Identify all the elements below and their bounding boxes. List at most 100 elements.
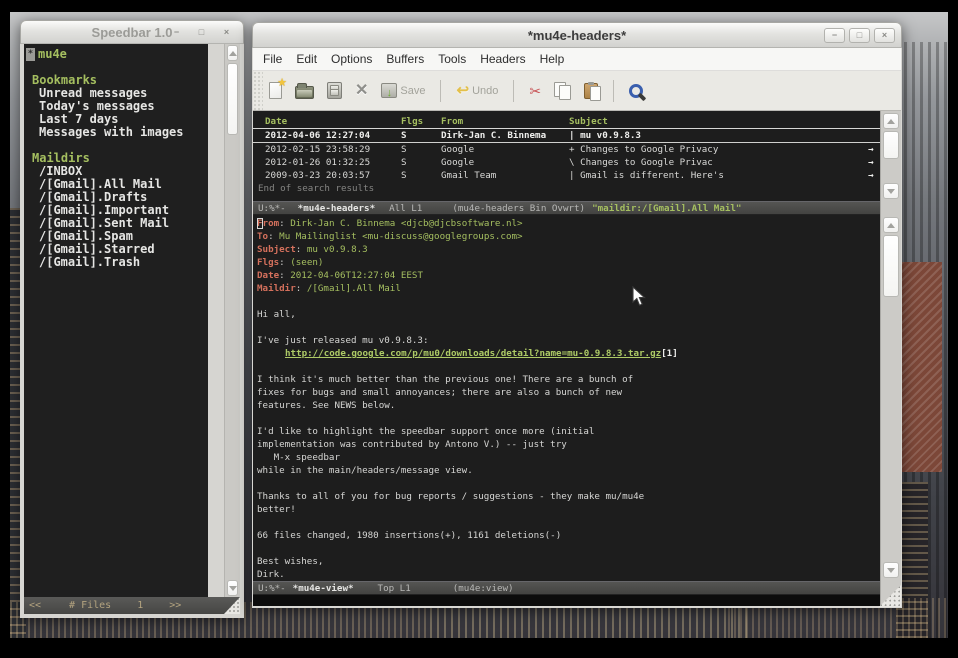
undo-label: Undo	[472, 85, 498, 97]
headers-column-row: Date Flgs From Subject	[253, 114, 880, 129]
body-line: 66 files changed, 1980 insertions(+), 11…	[253, 529, 880, 542]
body-line: features. See NEWS below.	[253, 399, 880, 412]
open-folder-icon	[295, 86, 314, 99]
menu-file[interactable]: File	[263, 52, 282, 66]
menu-edit[interactable]: Edit	[296, 52, 317, 66]
message-row[interactable]: 2012-04-06 12:27:04SDirk-Jan C. Binnema|…	[253, 129, 880, 143]
save-button[interactable]: ↓ Save	[381, 77, 425, 105]
field-colon: :	[296, 244, 307, 255]
echo-area[interactable]	[253, 595, 901, 606]
menu-buffers[interactable]: Buffers	[386, 52, 424, 66]
speedbar-files-label[interactable]: # Files	[69, 597, 111, 614]
field-colon: :	[296, 283, 307, 294]
menu-options[interactable]: Options	[331, 52, 372, 66]
maximize-icon[interactable]: □	[849, 28, 870, 43]
minimize-icon[interactable]: −	[824, 28, 845, 43]
new-file-icon: ★	[269, 82, 282, 99]
message-row[interactable]: 2009-03-23 20:03:57SGmail Team| Gmail is…	[253, 169, 880, 182]
mu4e-headers-pane: Date Flgs From Subject 2012-04-06 12:27:…	[253, 111, 880, 201]
modeline-modes: (mu4e-headers Bin Ovwrt)	[452, 202, 585, 215]
speedbar-window: Speedbar 1.0 − □ × * mu4e BookmarksUnrea…	[20, 20, 244, 618]
speedbar-titlebar[interactable]: Speedbar 1.0 − □ ×	[20, 20, 244, 44]
menu-tools[interactable]: Tools	[438, 52, 466, 66]
message-row[interactable]: 2012-02-15 23:58:29SGoogle+ Changes to G…	[253, 143, 880, 156]
cell-subj: + Changes to Google Privacy	[569, 143, 868, 156]
body-line: I'd like to highlight the speedbar suppo…	[253, 425, 880, 438]
modeline-position: All L1	[389, 202, 422, 215]
dired-button[interactable]	[327, 77, 342, 105]
headers-scrollbar[interactable]	[881, 112, 901, 200]
body-line: M-x speedbar	[253, 451, 880, 464]
cell-flags: S	[401, 156, 441, 169]
cell-subj: \ Changes to Google Privac	[569, 156, 868, 169]
close-icon[interactable]: ×	[216, 25, 237, 40]
new-file-button[interactable]: ★	[269, 77, 282, 105]
speedbar-item-messages-with-images[interactable]: Messages with images	[24, 126, 208, 139]
view-modeline: U:%*- *mu4e-view* Top L1 (mu4e:view)	[253, 581, 901, 595]
speedbar-title: Speedbar 1.0	[92, 25, 173, 40]
speedbar-attached-icon: *	[26, 48, 35, 61]
open-file-button[interactable]	[295, 77, 314, 105]
emacs-frame: Date Flgs From Subject 2012-04-06 12:27:…	[253, 111, 901, 606]
search-button[interactable]	[629, 77, 643, 105]
close-buffer-button[interactable]: ✕	[355, 77, 368, 105]
scroll-thumb[interactable]	[883, 131, 899, 159]
body-line: fixes for bugs and small annoyances; the…	[253, 386, 880, 399]
scroll-up-button[interactable]	[227, 45, 238, 61]
cell-flags: S	[401, 129, 441, 142]
mu4e-view-pane: From: Dirk-Jan C. Binnema <djcb@djcbsoft…	[253, 215, 880, 581]
column-subject[interactable]: Subject	[569, 115, 880, 128]
cell-date: 2012-02-15 23:58:29	[253, 143, 401, 156]
field-value: 2012-04-06T12:27:04 EEST	[290, 270, 423, 281]
speedbar-scrollbar[interactable]	[224, 44, 240, 597]
body-link-line: http://code.google.com/p/mu0/downloads/d…	[253, 347, 880, 360]
desktop: Speedbar 1.0 − □ × * mu4e BookmarksUnrea…	[0, 0, 958, 658]
close-icon[interactable]: ×	[874, 28, 895, 43]
menu-headers[interactable]: Headers	[480, 52, 525, 66]
cell-arrow: →	[868, 169, 880, 182]
cell-date: 2012-04-06 12:27:04	[253, 129, 401, 142]
scroll-down-button[interactable]	[883, 562, 899, 578]
modeline-coding: U:%*-	[258, 582, 286, 595]
link-footnote-ref: [1]	[661, 348, 678, 359]
modeline-modes: (mu4e:view)	[453, 582, 514, 595]
field-label: Flgs	[257, 257, 279, 268]
speedbar-next-button[interactable]: >>	[169, 597, 181, 614]
save-label: Save	[400, 85, 425, 97]
mu4e-titlebar[interactable]: *mu4e-headers* − □ ×	[252, 22, 902, 48]
field-value: /[Gmail].All Mail	[307, 283, 401, 294]
column-flags[interactable]: Flgs	[401, 115, 441, 128]
chevron-up-icon	[887, 223, 895, 228]
speedbar-prev-button[interactable]: <<	[29, 597, 41, 614]
column-from[interactable]: From	[441, 115, 569, 128]
toolbar-drag-handle	[253, 71, 263, 110]
scroll-thumb[interactable]	[883, 235, 899, 297]
speedbar-item-gmail-trash[interactable]: /[Gmail].Trash	[24, 256, 208, 269]
speedbar-frame: * mu4e BookmarksUnread messagesToday's m…	[24, 44, 240, 614]
delete-x-icon: ✕	[355, 83, 368, 99]
download-link[interactable]: http://code.google.com/p/mu0/downloads/d…	[285, 348, 661, 359]
menu-help[interactable]: Help	[540, 52, 565, 66]
file-cabinet-icon	[327, 82, 342, 99]
toolbar-separator	[613, 80, 614, 102]
scroll-down-button[interactable]	[227, 580, 238, 596]
body-line: Dirk.	[253, 568, 880, 581]
field-maildir: Maildir: /[Gmail].All Mail	[253, 282, 880, 295]
cell-from: Google	[441, 156, 569, 169]
message-row[interactable]: 2012-01-26 01:32:25SGoogle\ Changes to G…	[253, 156, 880, 169]
undo-button[interactable]: ↩ Undo	[456, 77, 498, 105]
view-scrollbar[interactable]	[881, 216, 901, 579]
speedbar-root[interactable]: * mu4e	[24, 48, 208, 61]
copy-button[interactable]	[554, 77, 571, 105]
minimize-icon[interactable]: −	[166, 25, 187, 40]
scroll-thumb[interactable]	[227, 63, 238, 135]
column-date[interactable]: Date	[253, 115, 401, 128]
paste-button[interactable]	[584, 77, 598, 105]
scroll-up-button[interactable]	[883, 113, 899, 129]
maximize-icon[interactable]: □	[191, 25, 212, 40]
cut-button[interactable]: ✂	[529, 77, 541, 105]
scroll-up-button[interactable]	[883, 217, 899, 233]
blank-line	[253, 321, 880, 334]
scroll-down-button[interactable]	[883, 183, 899, 199]
field-label: Date	[257, 270, 279, 281]
